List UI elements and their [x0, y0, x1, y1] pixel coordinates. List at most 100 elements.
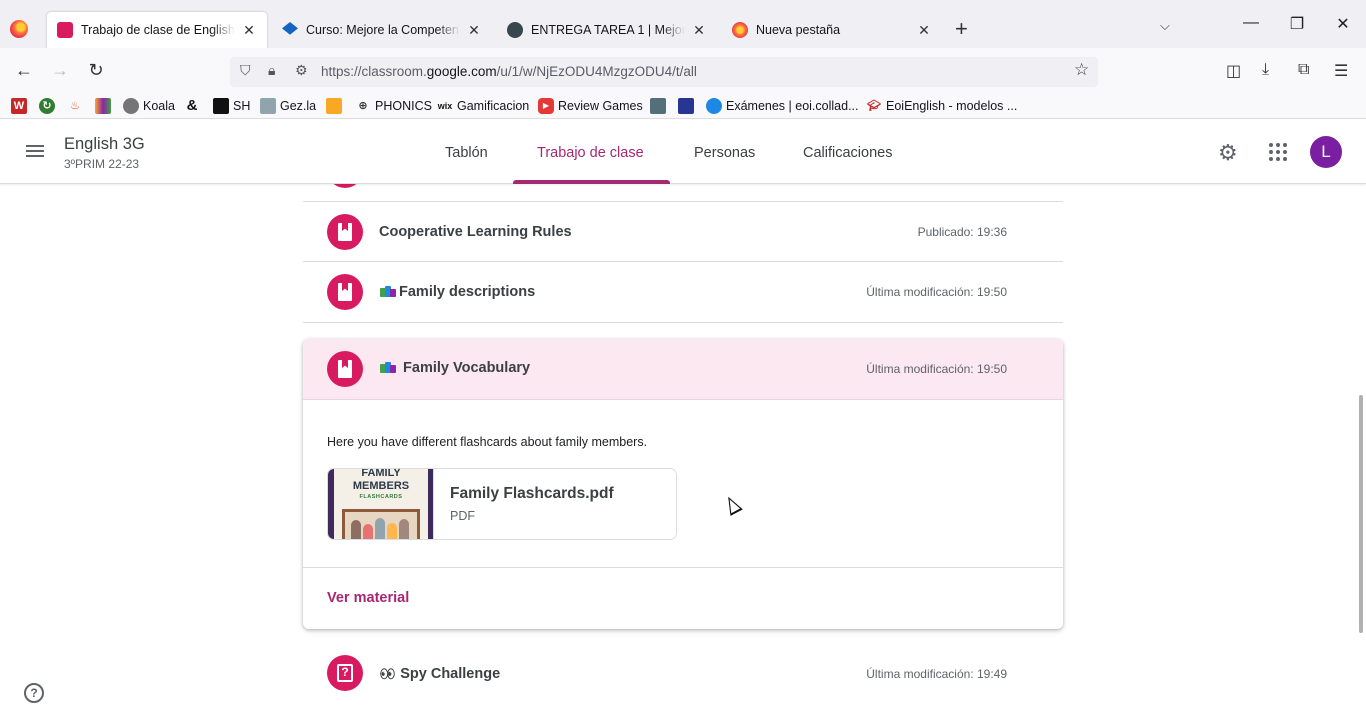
classwork-list: Cooperative Learning Rules Publicado: 19… [0, 184, 1366, 726]
bookmark-grid[interactable] [95, 97, 115, 115]
bookmark-refresh[interactable]: ↻ [39, 97, 59, 115]
bookmark-w[interactable]: W [11, 97, 31, 115]
pdf-thumbnail: FAMILY MEMBERS FLASHCARDS [328, 469, 434, 539]
close-icon[interactable]: ✕ [466, 22, 482, 39]
tab-personas[interactable]: Personas [694, 145, 755, 161]
tab-trabajo-de-clase[interactable]: Trabajo de clase [537, 145, 644, 161]
bookmark-gamificacion[interactable]: wix Gamificacion [437, 97, 530, 115]
bookmark-review-games[interactable]: ▶ Review Games [538, 97, 643, 115]
grid-icon [95, 98, 111, 114]
material-title: Family descriptions [399, 284, 536, 300]
browser-tab-new[interactable]: Nueva pestaña ✕ [722, 12, 942, 48]
bookmark-sh[interactable]: SH [213, 97, 250, 115]
close-icon[interactable]: ✕ [916, 22, 932, 39]
bookmark-drop[interactable]: ♨ [67, 97, 87, 115]
bookmark-ampersand[interactable]: & [184, 97, 204, 115]
classroom-header [0, 120, 1366, 184]
robot-icon [650, 98, 666, 114]
bookmark-star-icon[interactable]: ☆ [1074, 60, 1089, 80]
view-material-link[interactable]: Ver material [327, 590, 409, 606]
classroom-favicon-icon [57, 22, 73, 38]
drop-icon: ♨ [70, 100, 80, 112]
refresh-icon: ↻ [39, 98, 55, 114]
class-title[interactable]: English 3G [64, 135, 145, 154]
bookmark-examenes[interactable]: Exámenes | eoi.collad... [706, 97, 858, 115]
books-emoji-icon [380, 285, 396, 297]
reload-button[interactable]: ↻ [84, 60, 108, 81]
list-item[interactable]: ? 👀︎ Spy Challenge Última modificación: 1… [303, 643, 1063, 704]
list-item[interactable]: Family descriptions Última modificación:… [303, 262, 1063, 323]
google-apps-icon[interactable] [1269, 143, 1287, 161]
main-menu-button[interactable] [24, 140, 46, 162]
attachment-type: PDF [450, 509, 475, 523]
firefox-icon[interactable] [10, 20, 28, 38]
browser-tab-entrega[interactable]: ENTREGA TAREA 1 | Mejore la Com ✕ [497, 12, 717, 48]
castle-icon [678, 98, 694, 114]
close-icon[interactable]: ✕ [691, 22, 707, 39]
eyes-emoji-icon: 👀︎ [380, 666, 396, 681]
bookmark-eoienglish[interactable]: 🎓︎ EoiEnglish - modelos ... [866, 97, 1017, 115]
books-emoji-icon [380, 361, 396, 373]
settings-gear-icon[interactable]: ⚙ [1218, 140, 1238, 166]
material-icon [327, 184, 363, 188]
material-title: Family Vocabulary [403, 360, 531, 376]
downloads-icon[interactable]: ⤓ [1262, 61, 1269, 79]
question-icon: ? [327, 655, 363, 691]
firefox-favicon-icon [732, 22, 748, 38]
material-title: Spy Challenge [400, 665, 501, 682]
back-button[interactable]: ← [12, 60, 36, 81]
globe-icon [706, 98, 722, 114]
new-tab-button[interactable]: + [955, 17, 968, 41]
scrollbar[interactable] [1359, 395, 1363, 633]
attachment-title: Family Flashcards.pdf [450, 485, 614, 502]
globe-icon: ⊕ [358, 100, 368, 112]
moodle-favicon-icon [282, 22, 298, 35]
gezla-icon [260, 98, 276, 114]
forward-button[interactable]: → [48, 60, 72, 81]
close-icon[interactable]: ✕ [241, 22, 257, 39]
lock-icon[interactable]: 🔒︎ [268, 62, 275, 79]
list-tabs-button[interactable]: ⌵ [1160, 18, 1170, 34]
material-title: Cooperative Learning Rules [379, 223, 572, 240]
moodle-favicon-icon [507, 22, 523, 38]
wordwall-icon: W [11, 98, 27, 114]
bookmark-phonics[interactable]: ⊕ PHONICS [355, 97, 432, 115]
material-icon [327, 351, 363, 387]
material-description: Here you have different flashcards about… [327, 435, 648, 449]
app-menu-icon[interactable]: ☰ [1334, 61, 1348, 81]
koala-icon [123, 98, 139, 114]
graduation-cap-icon: 🎓︎ [867, 100, 881, 112]
shield-icon[interactable]: ⛉ [240, 62, 251, 79]
attachment-card[interactable]: FAMILY MEMBERS FLASHCARDS Family Flashcar… [327, 468, 677, 540]
bookmark-robot[interactable] [650, 97, 670, 115]
minimize-button[interactable]: — [1228, 14, 1274, 32]
extensions-icon[interactable]: ⧉ [1298, 61, 1309, 79]
material-timestamp: Publicado: 19:36 [917, 224, 1007, 239]
restore-button[interactable]: ❐ [1274, 14, 1320, 34]
browser-tab-classroom[interactable]: Trabajo de clase de English 3G 3º ✕ [47, 12, 267, 48]
tab-calificaciones[interactable]: Calificaciones [803, 145, 892, 161]
pocket-icon[interactable]: ◫ [1226, 61, 1241, 81]
wix-icon: wix [437, 101, 453, 111]
browser-tab-curso[interactable]: Curso: Mejore la Competencia Lin ✕ [272, 12, 492, 48]
url-text[interactable]: https://classroom.google.com/u/1/w/NjEzO… [321, 64, 697, 79]
permissions-icon[interactable]: ⚙︎ [295, 62, 308, 79]
bookmark-gezla[interactable]: Gez.la [260, 97, 316, 115]
active-tab-indicator [513, 180, 670, 184]
bookmark-badge[interactable] [326, 97, 346, 115]
material-timestamp: Última modificación: 19:49 [866, 666, 1007, 681]
badge-icon [326, 98, 342, 114]
bookmark-koala[interactable]: Koala [123, 97, 175, 115]
tab-tablon[interactable]: Tablón [445, 145, 488, 161]
close-window-button[interactable]: ✕ [1320, 14, 1366, 34]
expanded-material-card: Family Vocabulary Última modificación: 1… [303, 339, 1063, 629]
material-timestamp: Última modificación: 19:50 [866, 362, 1007, 376]
sh-icon [213, 98, 229, 114]
bookmark-castle[interactable] [678, 97, 698, 115]
material-timestamp: Última modificación: 19:50 [866, 285, 1007, 299]
list-item[interactable]: Cooperative Learning Rules Publicado: 19… [303, 201, 1063, 262]
help-icon[interactable]: ? [24, 683, 44, 703]
material-header[interactable]: Family Vocabulary Última modificación: 1… [303, 339, 1063, 400]
ampersand-icon: & [186, 97, 198, 114]
avatar[interactable]: L [1310, 136, 1342, 168]
